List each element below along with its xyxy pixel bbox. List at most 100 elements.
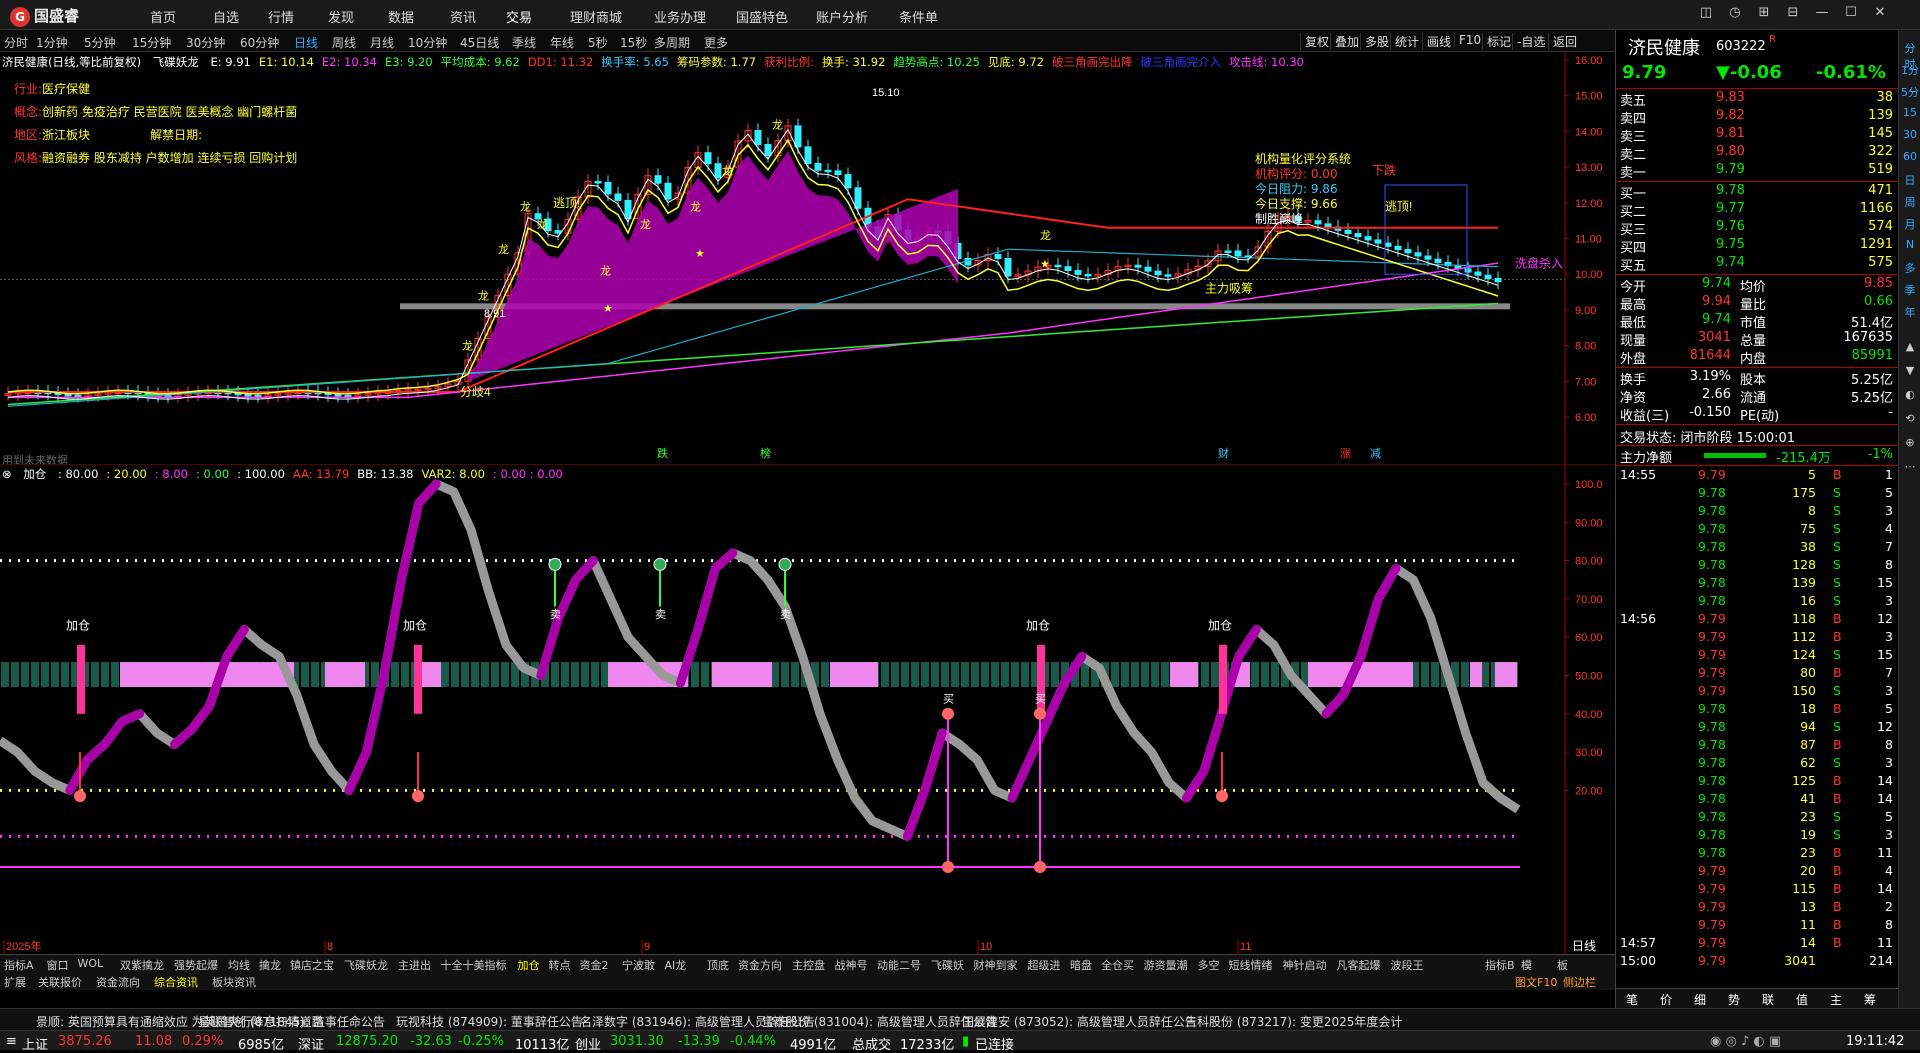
info-tab-3[interactable]: 综合资讯: [154, 974, 198, 990]
side-btn-5[interactable]: 60: [1900, 150, 1920, 163]
side-btn-4[interactable]: 30: [1900, 128, 1920, 141]
news-item-2[interactable]: 玩视科技 (874909): 董事辞任公告: [396, 1013, 583, 1030]
ask-row[interactable]: 卖五 9.83 38: [1616, 90, 1899, 109]
sub-indicator-chart[interactable]: 100.0 90.00 80.00 70.00 60.00 50.00 40.00 30.00…: [0, 463, 1615, 954]
indicator-tab-25[interactable]: 全仓买: [1101, 957, 1134, 973]
toolbar-6[interactable]: 标记: [1482, 33, 1511, 50]
grid-icon[interactable]: ⊟: [1782, 5, 1804, 25]
side-btn-12[interactable]: 年: [1900, 304, 1920, 320]
bid-row[interactable]: 买一 9.78 471: [1616, 183, 1899, 202]
quote-tab-7[interactable]: 筹: [1864, 991, 1876, 1008]
clock-icon[interactable]: ◷: [1724, 5, 1746, 25]
indicator-tab-21[interactable]: 飞碟妖: [931, 957, 964, 973]
menu-9[interactable]: 国盛特色: [736, 7, 788, 26]
menu-7[interactable]: 理财商城: [570, 7, 622, 26]
toolbar-0[interactable]: 复权: [1300, 33, 1329, 50]
quote-tab-0[interactable]: 笔: [1626, 991, 1638, 1008]
period-2[interactable]: 5分钟: [84, 34, 116, 51]
indicator-tab-28[interactable]: 短线情绪: [1229, 957, 1273, 973]
quote-tab-4[interactable]: 联: [1762, 991, 1774, 1008]
toolbar-1[interactable]: 叠加: [1330, 33, 1359, 50]
info-tab-0[interactable]: 扩展: [4, 974, 26, 990]
period-4[interactable]: 30分钟: [186, 34, 225, 51]
indicator-tab-right-2[interactable]: 板: [1557, 957, 1568, 973]
quote-tab-5[interactable]: 值: [1796, 991, 1808, 1008]
menu-2[interactable]: 行情: [268, 7, 294, 26]
news-item-6[interactable]: 三科股份 (873217): 变更2025年度会计: [1185, 1013, 1402, 1030]
quote-tab-2[interactable]: 细: [1694, 991, 1706, 1008]
ask-row[interactable]: 卖三 9.81 145: [1616, 126, 1899, 145]
side-tool-icon-5[interactable]: ⋯: [1900, 460, 1920, 473]
indicator-tab-3[interactable]: 双紫擒龙: [120, 957, 164, 973]
toolbar-3[interactable]: 统计: [1390, 33, 1419, 50]
menu-8[interactable]: 业务办理: [654, 7, 706, 26]
indicator-tab-20[interactable]: 动能二号: [877, 957, 921, 973]
side-btn-9[interactable]: N: [1900, 238, 1920, 251]
toolbar-4[interactable]: 画线: [1422, 33, 1451, 50]
indicator-tab-2[interactable]: WOL: [78, 957, 104, 970]
menu-6[interactable]: 交易: [506, 7, 532, 26]
indicator-tab-7[interactable]: 镇店之宝: [290, 957, 334, 973]
menu-3[interactable]: 发现: [328, 7, 354, 26]
menu-4[interactable]: 数据: [388, 7, 414, 26]
side-btn-3[interactable]: 15: [1900, 106, 1920, 119]
side-btn-1[interactable]: 1分: [1900, 62, 1920, 78]
indicator-tab-14[interactable]: 宁波敢: [622, 957, 655, 973]
bid-row[interactable]: 买四 9.75 1291: [1616, 237, 1899, 256]
indicator-tab-31[interactable]: 波段王: [1391, 957, 1424, 973]
period-10[interactable]: 45日线: [460, 34, 499, 51]
indicator-tab-27[interactable]: 多空: [1198, 957, 1220, 973]
toolbar-8[interactable]: 返回: [1548, 33, 1577, 50]
indicator-tab-22[interactable]: 财神到家: [974, 957, 1018, 973]
news-item-5[interactable]: 国展建安 (873052): 高级管理人员辞任公告: [962, 1013, 1197, 1030]
indicator-tab-right-0[interactable]: 指标B: [1485, 957, 1515, 973]
period-6[interactable]: 日线: [294, 34, 318, 51]
indicator-tab-16[interactable]: 顶底: [707, 957, 729, 973]
side-tool-icon-1[interactable]: ▼: [1900, 364, 1920, 377]
toolbar-2[interactable]: 多股: [1360, 33, 1389, 50]
menu-11[interactable]: 条件单: [899, 7, 938, 26]
side-tool-icon-0[interactable]: ▲: [1900, 340, 1920, 353]
period-13[interactable]: 5秒: [588, 34, 608, 51]
side-btn-10[interactable]: 多: [1900, 260, 1920, 276]
side-tool-icon-4[interactable]: ⊕: [1900, 436, 1920, 449]
layout-icon[interactable]: ⊞: [1753, 5, 1775, 25]
quote-tab-1[interactable]: 价: [1660, 991, 1672, 1008]
indicator-tab-13[interactable]: 资金2: [580, 957, 609, 973]
info-tab-4[interactable]: 板块资讯: [212, 974, 256, 990]
period-0[interactable]: 分时: [4, 34, 28, 51]
ask-row[interactable]: 卖四 9.82 139: [1616, 108, 1899, 127]
period-16[interactable]: 更多: [704, 34, 728, 51]
indicator-tab-1[interactable]: 窗口: [47, 957, 69, 973]
indicator-tab-6[interactable]: 擒龙: [259, 957, 281, 973]
bid-row[interactable]: 买三 9.76 574: [1616, 219, 1899, 238]
indicator-tab-29[interactable]: 神针启动: [1283, 957, 1327, 973]
indicator-tab-right-1[interactable]: 模: [1521, 957, 1532, 973]
indicator-tab-5[interactable]: 均线: [228, 957, 250, 973]
indicator-tab-15[interactable]: AI龙: [665, 957, 687, 973]
side-btn-2[interactable]: 5分: [1900, 84, 1920, 100]
main-kline-chart[interactable]: 16.00 15.00 14.00 13.00 12.00 11.00 10.00 9.00 8…: [0, 52, 1615, 467]
period-11[interactable]: 季线: [512, 34, 536, 51]
indicator-tab-0[interactable]: 指标A: [4, 957, 34, 973]
indicator-tab-17[interactable]: 资金方向: [738, 957, 782, 973]
indicator-tab-26[interactable]: 游资量潮: [1144, 957, 1188, 973]
indicator-tab-11[interactable]: 加仓: [518, 957, 540, 973]
menu-5[interactable]: 资讯: [450, 7, 476, 26]
bid-row[interactable]: 买五 9.74 575: [1616, 255, 1899, 274]
indicator-tab-23[interactable]: 超级进: [1028, 957, 1061, 973]
period-9[interactable]: 10分钟: [408, 34, 447, 51]
period-15[interactable]: 多周期: [654, 34, 690, 51]
info-tab-1[interactable]: 关联报价: [38, 974, 82, 990]
indicator-tab-8[interactable]: 飞碟妖龙: [344, 957, 388, 973]
maximize-icon[interactable]: ☐: [1840, 5, 1862, 25]
sub-close-icon[interactable]: ⊗: [2, 467, 12, 481]
news-item-1[interactable]: 星联智创 (871845): 监事任命公告: [198, 1013, 385, 1030]
side-btn-7[interactable]: 周: [1900, 194, 1920, 210]
indicator-tab-12[interactable]: 转点: [549, 957, 571, 973]
indicator-tab-30[interactable]: 凡客起爆: [1337, 957, 1381, 973]
ask-row[interactable]: 卖一 9.79 519: [1616, 162, 1899, 181]
quote-tab-6[interactable]: 主: [1830, 991, 1842, 1008]
close-icon[interactable]: ✕: [1869, 5, 1891, 25]
menu-10[interactable]: 账户分析: [816, 7, 868, 26]
